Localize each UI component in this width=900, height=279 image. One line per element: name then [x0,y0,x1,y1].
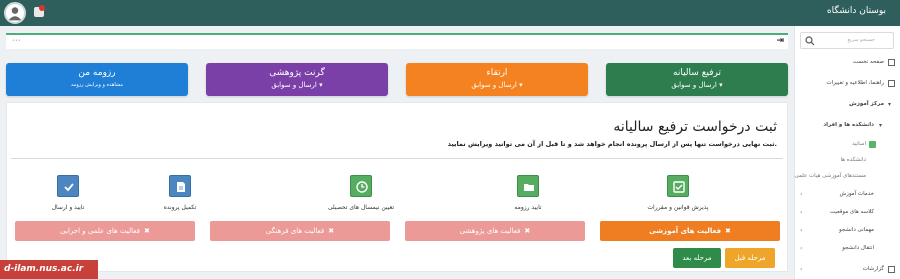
sidebar-item-label: انتقال دانشجو [842,245,874,251]
sidebar-item-label: اساتید [852,141,866,147]
url-bar[interactable]: ••• ⇥ [6,33,788,49]
sidebar-item-student-transfer[interactable]: ‹ انتقال دانشجو [794,242,900,256]
chevron-left-icon: ‹ [800,266,803,273]
url-text: ••• [12,38,21,44]
activity-label: فعالیت های آموزشی [649,227,722,235]
chevron-down-icon: ▾ [879,122,883,129]
check-square-icon [673,181,685,193]
notification-icon[interactable] [33,5,45,18]
sidebar-item-classes[interactable]: ‹ کلاسه های موقعیت [794,206,900,220]
card-title: رزومه من [78,68,116,78]
file-icon [177,182,185,192]
close-icon: ✖ [328,227,335,235]
activity-scientific-button[interactable]: فعالیت های علمی و اجرایی ✖ [15,221,195,241]
grid-icon [888,80,895,87]
request-panel: ثبت درخواست ترفیع سالیانه ثبت نهایی درخو… [6,102,788,272]
sidebar-item-education-services[interactable]: ‹ خدمات آموزش [794,188,900,202]
sidebar-item-faculties[interactable]: ▾ دانشکده ها و افراد [794,119,900,133]
step-label: تایید رزومه [514,204,542,211]
close-icon: ✖ [725,227,731,235]
check-icon [64,183,74,192]
chevron-left-icon: ‹ [800,245,803,252]
activity-research-button[interactable]: فعالیت های پژوهشی ✖ [405,221,585,241]
sidebar-item-reports[interactable]: ‹ گزارشات [794,263,900,277]
card-research-grant[interactable]: گرنت پژوهشی ارسال و سوابق ▾ [206,63,388,96]
home-icon [888,59,895,66]
close-icon: ✖ [524,227,531,235]
step-label: تایید و ارسال [51,204,85,211]
sidebar-item-faculty-docs[interactable]: مستندهای آموزشی هیات علمی [794,170,900,184]
sidebar-item-professors[interactable]: اساتید [794,138,900,152]
chevron-down-icon: ▾ [888,101,892,108]
card-upgrade[interactable]: ارتقاء ارسال و سوابق ▾ [406,63,588,96]
clock-icon [356,181,368,193]
progress-divider [11,158,783,159]
sidebar-item-home[interactable]: صفحه نخست [794,56,900,70]
page-notice: ثبت نهایی درخواست تنها پس از ارسال پروند… [447,140,777,148]
sidebar-search-input[interactable]: جستجو سریع [800,32,894,49]
sidebar-item-label: راهنما، اطلاعیه و تغییرات [826,80,884,86]
card-dropdown[interactable]: ارسال و سوابق ▾ [606,81,788,89]
card-title: گرنت پژوهشی [269,68,325,78]
sidebar-item-label: مستندهای آموزشی هیات علمی [794,173,866,179]
card-title: ارتقاء [486,68,508,78]
user-avatar[interactable] [4,2,26,24]
page-title: ثبت درخواست ترفیع سالیانه [613,119,777,135]
step-label: تکمیل پرونده [163,204,197,211]
folder-open-icon [524,184,534,191]
activity-label: فعالیت های علمی و اجرایی [60,227,140,235]
previous-step-button[interactable]: مرحله قبل [725,248,775,268]
step-semesters[interactable] [350,175,372,197]
search-icon [805,36,815,46]
sidebar-item-guest-student[interactable]: ‹ مهمانی دانشجو [794,224,900,238]
card-title: ترفیع سالیانه [673,68,721,78]
sidebar-item-label: خدمات آموزش [839,191,874,197]
step-label: تعیین نیمسال های تحصیلی [327,204,395,211]
card-annual-promotion[interactable]: ترفیع سالیانه ارسال و سوابق ▾ [606,63,788,96]
next-step-button[interactable]: مرحله بعد [673,248,721,268]
app-title: بوستان دانشگاه [826,6,886,16]
close-icon: ✖ [143,227,150,235]
sidebar-item-label: کلاسه های موقعیت [830,209,874,215]
sidebar-item-label: دانشکده ها و افراد [823,122,874,128]
activity-label: فعالیت های پژوهشی [459,227,521,235]
card-subtitle: مشاهده و ویرایش رزومه [70,82,124,88]
chevron-left-icon: ‹ [800,209,803,216]
step-rules[interactable] [667,175,689,197]
chevron-left-icon: ‹ [800,227,803,234]
sidebar-item-education-center[interactable]: ▾ مرکز آموزش [794,98,900,112]
arrow-right-icon[interactable]: ⇥ [776,36,784,46]
card-my-resume[interactable]: رزومه من مشاهده و ویرایش رزومه [6,63,188,96]
sidebar-item-label: دانشکده ها [840,157,866,163]
report-icon [888,266,895,273]
chevron-left-icon: ‹ [800,191,803,198]
sidebar-item-guide[interactable]: راهنما، اطلاعیه و تغییرات [794,77,900,91]
activity-educational-button[interactable]: فعالیت های آموزشی ✖ [600,221,780,241]
users-icon [869,141,876,148]
site-watermark: d-ilam.nus.ac.ir [0,260,98,279]
step-resume[interactable] [517,175,539,197]
activity-label: فعالیت های فرهنگی [265,227,325,235]
step-complete-file[interactable] [169,175,191,197]
sidebar-item-departments[interactable]: دانشکده ها [794,154,900,168]
sidebar-item-label: صفحه نخست [852,59,884,65]
sidebar: جستجو سریع صفحه نخست راهنما، اطلاعیه و ت… [794,26,900,279]
activity-cultural-button[interactable]: فعالیت های فرهنگی ✖ [210,221,390,241]
search-placeholder: جستجو سریع [847,37,875,43]
card-dropdown[interactable]: ارسال و سوابق ▾ [206,81,388,89]
top-navbar: بوستان دانشگاه [0,0,900,26]
step-label: پذیرش قوانین و مقررات [647,204,709,211]
sidebar-item-label: مهمانی دانشجو [838,227,874,233]
card-dropdown[interactable]: ارسال و سوابق ▾ [406,81,588,89]
sidebar-item-label: مرکز آموزش [849,101,884,107]
sidebar-item-label: گزارشات [862,266,884,272]
step-submit[interactable] [57,175,79,197]
